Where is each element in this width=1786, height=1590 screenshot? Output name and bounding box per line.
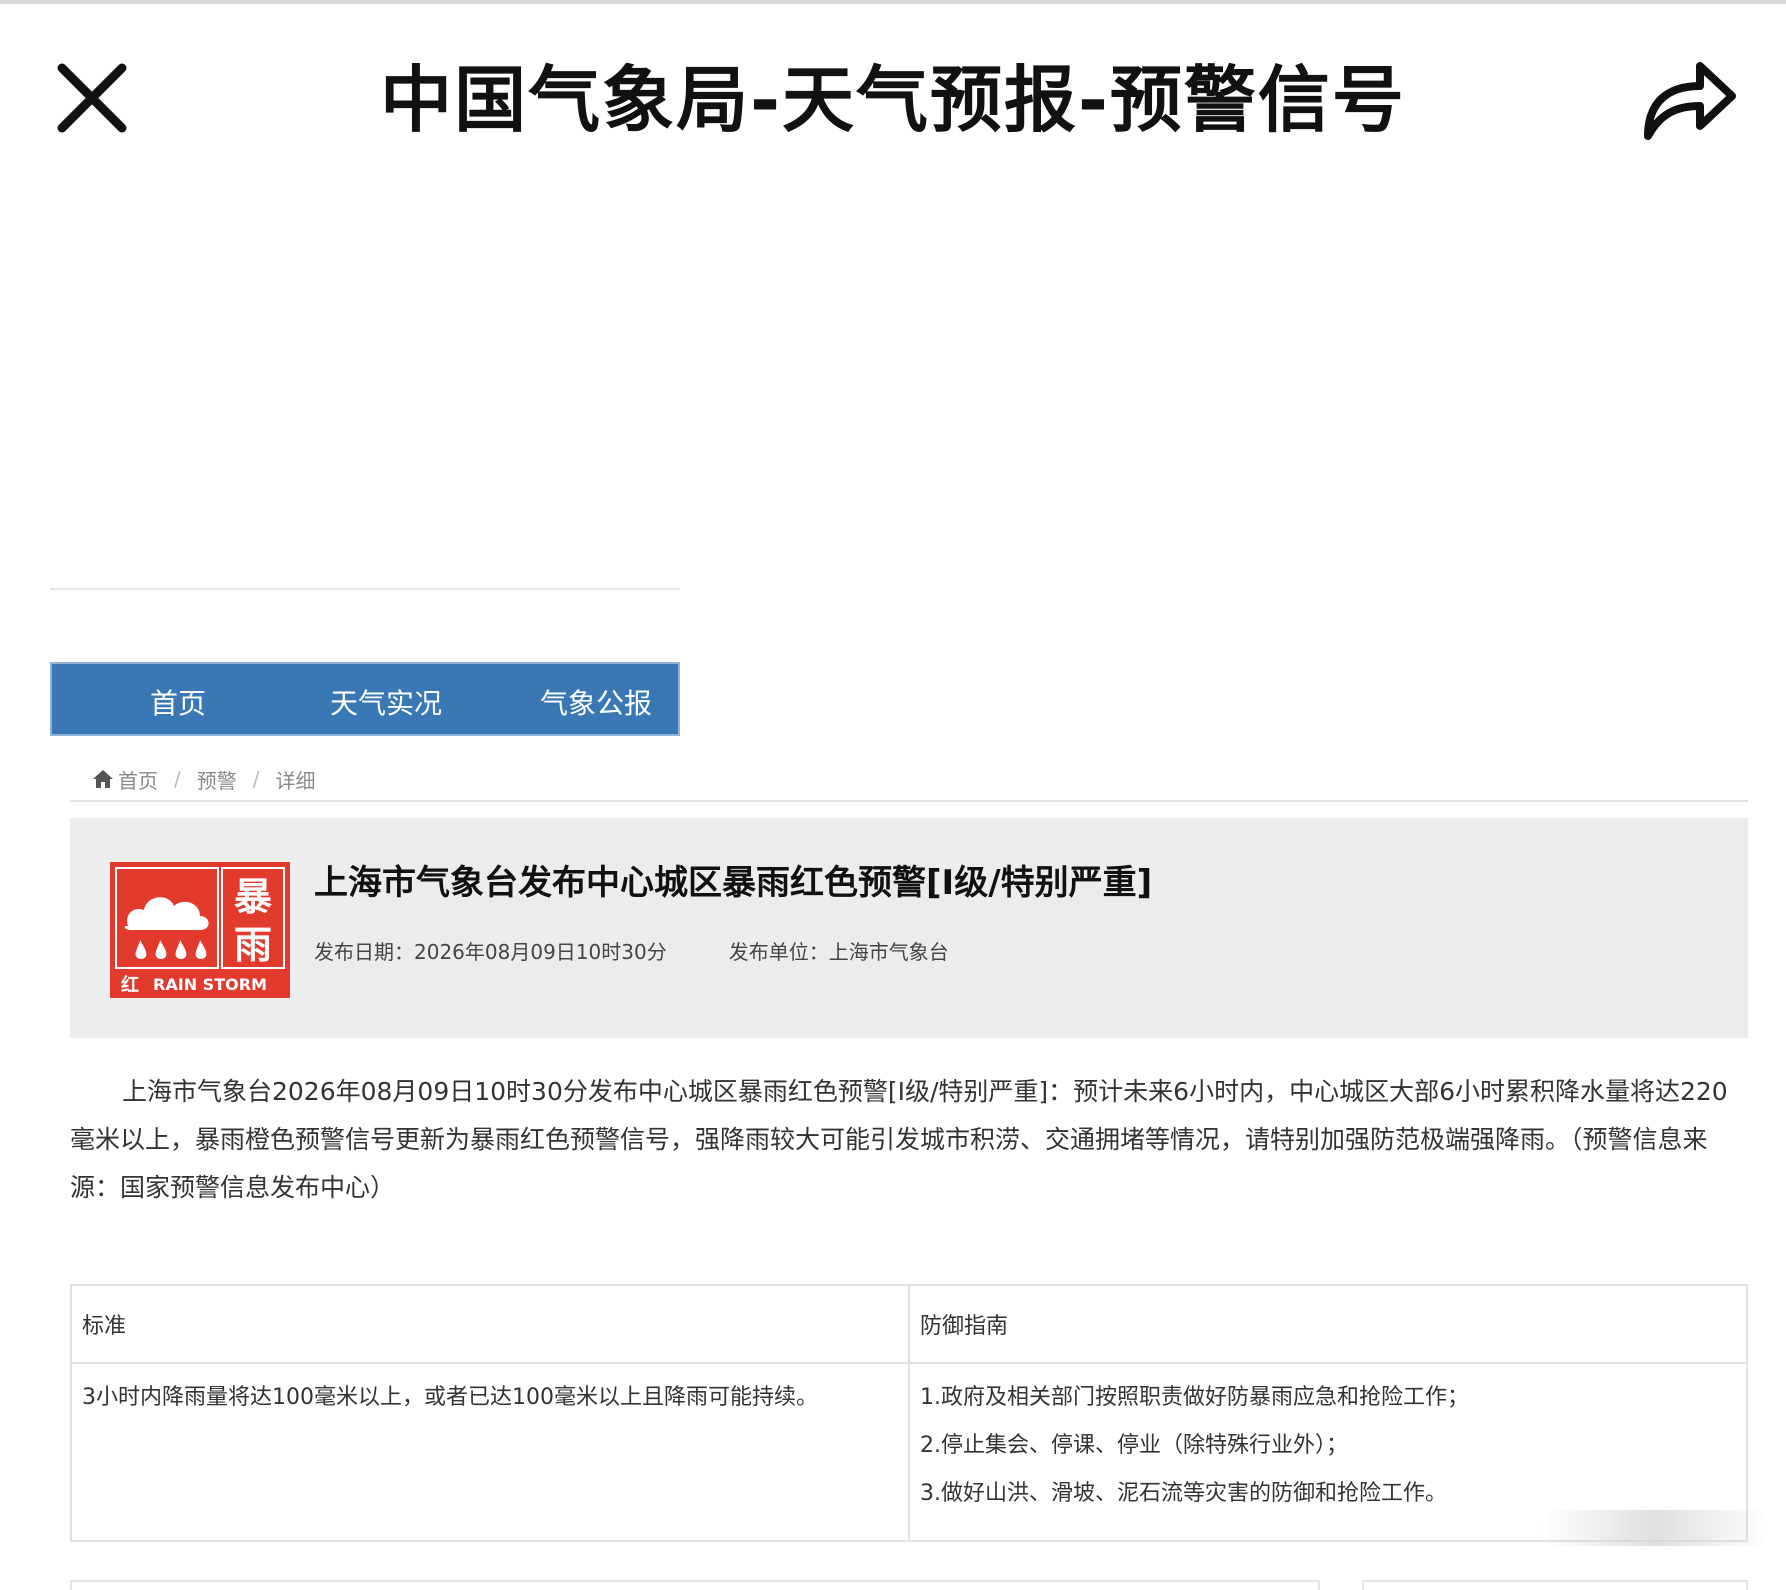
publish-unit-label: 发布单位：	[728, 940, 829, 964]
alert-meta: 发布日期： 2026年08月09日10时30分 发布单位： 上海市气象台	[314, 936, 1011, 965]
nav-item-home[interactable]: 首页	[150, 682, 206, 722]
scroll-indicator	[1540, 1510, 1770, 1546]
standard-text: 3小时内降雨量将达100毫米以上，或者已达100毫米以上且降雨可能持续。	[82, 1385, 818, 1410]
breadcrumb-home-link[interactable]: 首页	[118, 765, 158, 794]
breadcrumb-separator: /	[174, 767, 181, 791]
table-header-guide: 防御指南	[908, 1284, 1748, 1364]
next-section-box	[70, 1580, 1320, 1590]
table-header-row: 标准 防御指南	[70, 1284, 1748, 1364]
guide-item: 2.停止集会、停课、停业（除特殊行业外）；	[920, 1433, 1348, 1458]
publish-date-value: 2026年08月09日10时30分	[414, 940, 667, 964]
nav-item-weather-live[interactable]: 天气实况	[330, 682, 442, 722]
nav-item-bulletin[interactable]: 气象公报	[540, 682, 652, 722]
standard-cell: 3小时内降雨量将达100毫米以上，或者已达100毫米以上且降雨可能持续。	[70, 1362, 910, 1542]
alert-title: 上海市气象台发布中心城区暴雨红色预警[I级/特别严重]	[314, 863, 1153, 903]
share-icon[interactable]	[1640, 52, 1740, 144]
publish-unit-value: 上海市气象台	[828, 940, 949, 964]
guide-item: 1.政府及相关部门按照职责做好防暴雨应急和抢险工作；	[920, 1385, 1469, 1410]
breadcrumb-current: 详细	[275, 768, 316, 793]
top-border	[0, 0, 1786, 4]
page-title: 中国气象局-天气预报-预警信号	[380, 58, 1406, 142]
publish-unit: 发布单位： 上海市气象台	[729, 936, 949, 965]
breadcrumb: 首页 / 预警 / 详细	[92, 764, 316, 794]
table-header-standard: 标准	[70, 1284, 910, 1364]
section-divider	[50, 588, 680, 590]
main-nav: 首页 天气实况 气象公报	[50, 662, 680, 736]
next-section-box	[1362, 1580, 1748, 1590]
icon-char-yu: 雨	[234, 923, 272, 967]
alert-card: 暴 雨 红 RAIN STORM 上海市气象台发布中心城区暴雨红色预警[I级/特…	[70, 818, 1748, 1038]
rainstorm-red-warning-icon: 暴 雨 红 RAIN STORM	[110, 862, 290, 998]
icon-char-bao: 暴	[234, 875, 272, 919]
breadcrumb-warning-link[interactable]: 预警	[197, 765, 237, 794]
table-row: 3小时内降雨量将达100毫米以上，或者已达100毫米以上且降雨可能持续。 1.政…	[70, 1362, 1748, 1542]
publish-date: 发布日期： 2026年08月09日10时30分	[314, 936, 667, 965]
home-icon	[93, 770, 113, 788]
icon-english-label: RAIN STORM	[153, 975, 267, 994]
alert-body-text: 上海市气象台2026年08月09日10时30分发布中心城区暴雨红色预警[I级/特…	[70, 1077, 1728, 1202]
icon-level-char: 红	[121, 974, 139, 996]
close-icon[interactable]	[52, 58, 132, 138]
breadcrumb-separator: /	[252, 767, 260, 791]
defense-guide-table: 标准 防御指南 3小时内降雨量将达100毫米以上，或者已达100毫米以上且降雨可…	[70, 1284, 1748, 1542]
publish-date-label: 发布日期：	[314, 940, 414, 964]
breadcrumb-divider	[70, 800, 1748, 802]
